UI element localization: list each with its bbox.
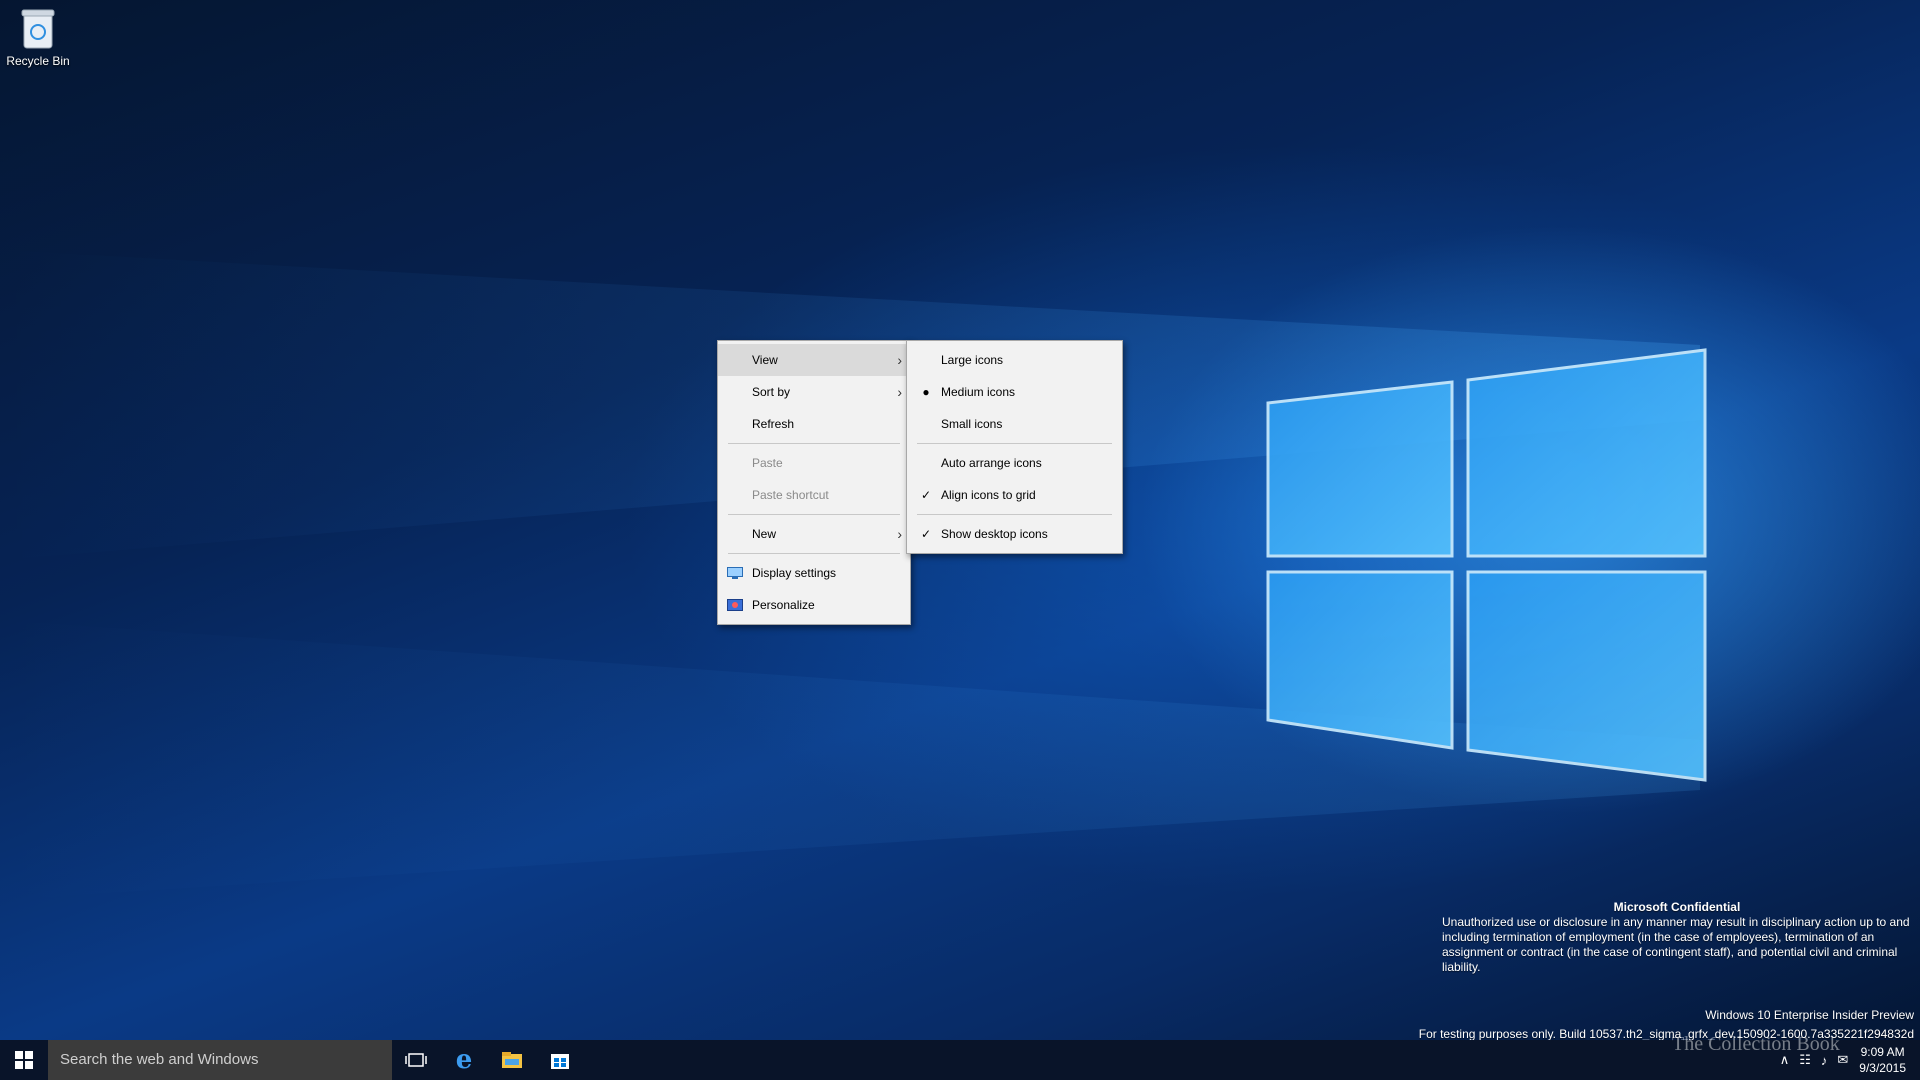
desktop-background[interactable]: Recycle Bin View › Sort by › Refresh Pas… (0, 0, 1920, 1040)
menu-item-paste[interactable]: Paste (718, 447, 910, 479)
desktop-context-menu: View › Sort by › Refresh Paste Paste sho… (717, 340, 911, 625)
menu-item-refresh[interactable]: Refresh (718, 408, 910, 440)
menu-separator (728, 553, 900, 554)
confidential-notice: Microsoft Confidential Unauthorized use … (1442, 900, 1912, 975)
clock[interactable]: 9:09 AM 9/3/2015 (1859, 1044, 1906, 1076)
menu-item-small-icons[interactable]: Small icons (907, 408, 1122, 440)
edge-button[interactable]: e (440, 1040, 488, 1080)
collection-book-watermark: The Collection Book (1672, 1033, 1840, 1055)
store-button[interactable] (536, 1040, 584, 1080)
store-icon (551, 1054, 569, 1069)
menu-item-display-settings[interactable]: Display settings (718, 557, 910, 589)
windows-start-icon (15, 1051, 33, 1069)
recycle-bin-icon (18, 6, 58, 50)
view-submenu: Large icons ● Medium icons Small icons A… (906, 340, 1123, 554)
chevron-right-icon: › (897, 526, 902, 542)
menu-item-paste-shortcut[interactable]: Paste shortcut (718, 479, 910, 511)
menu-item-large-icons[interactable]: Large icons (907, 344, 1122, 376)
menu-separator (728, 443, 900, 444)
edge-icon: e (455, 1045, 473, 1075)
menu-item-align-icons-to-grid[interactable]: ✓ Align icons to grid (907, 479, 1122, 511)
task-view-icon (405, 1053, 427, 1067)
task-view-button[interactable] (392, 1040, 440, 1080)
desktop-icon-recycle-bin[interactable]: Recycle Bin (6, 6, 70, 68)
menu-separator (917, 514, 1112, 515)
menu-item-personalize[interactable]: Personalize (718, 589, 910, 621)
menu-item-medium-icons[interactable]: ● Medium icons (907, 376, 1122, 408)
confidential-title: Microsoft Confidential (1613, 900, 1741, 914)
bullet-icon: ● (922, 385, 930, 399)
menu-item-show-desktop-icons[interactable]: ✓ Show desktop icons (907, 518, 1122, 550)
chevron-right-icon: › (897, 352, 902, 368)
check-icon: ✓ (920, 488, 932, 502)
personalize-icon (727, 599, 743, 611)
desktop-icon-label: Recycle Bin (6, 54, 70, 68)
file-explorer-button[interactable] (488, 1040, 536, 1080)
start-button[interactable] (0, 1040, 48, 1080)
menu-item-sort-by[interactable]: Sort by › (718, 376, 910, 408)
confidential-body: Unauthorized use or disclosure in any ma… (1442, 915, 1910, 974)
search-box[interactable]: Search the web and Windows (48, 1040, 392, 1080)
chevron-right-icon: › (897, 384, 902, 400)
clock-date: 9/3/2015 (1859, 1061, 1906, 1075)
menu-separator (728, 514, 900, 515)
menu-item-auto-arrange-icons[interactable]: Auto arrange icons (907, 447, 1122, 479)
edition-text: Windows 10 Enterprise Insider Preview (1705, 1008, 1914, 1022)
menu-separator (917, 443, 1112, 444)
file-explorer-icon (502, 1052, 522, 1068)
menu-item-view[interactable]: View › (718, 344, 910, 376)
clock-time: 9:09 AM (1860, 1045, 1905, 1059)
search-placeholder: Search the web and Windows (60, 1051, 259, 1068)
check-icon: ✓ (920, 527, 932, 541)
menu-item-new[interactable]: New › (718, 518, 910, 550)
display-settings-icon (727, 567, 743, 579)
taskbar: Search the web and Windows e ∧ ☷ ♪ ✉ 9:0… (0, 1040, 1920, 1080)
